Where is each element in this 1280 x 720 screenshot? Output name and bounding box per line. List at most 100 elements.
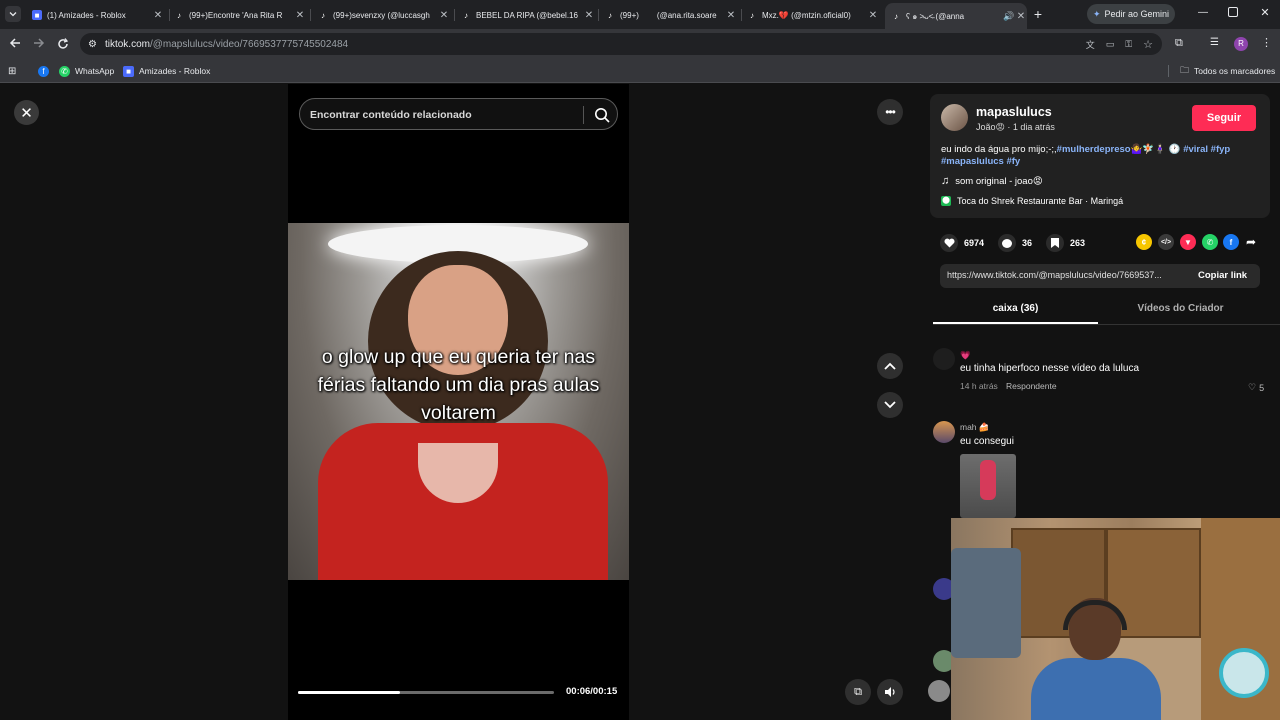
restore-button[interactable] <box>1228 7 1238 17</box>
browser-tab[interactable]: ♪ (99+)Encontre 'Ana Rita R ✕ <box>174 4 306 26</box>
bookmarks-bar: ⊞ f ✆ WhatsApp ■ Amizades - Roblox 🗀 Tod… <box>0 59 1280 83</box>
translate-icon[interactable]: 文 <box>1086 38 1095 51</box>
hashtag[interactable]: #viral <box>1183 144 1208 155</box>
comment-item: 💗 eu tinha hiperfoco nesse vídeo da lulu… <box>933 346 1273 396</box>
related-search <box>299 98 618 130</box>
menu-icon[interactable]: ⋮ <box>1261 36 1272 49</box>
new-tab-button[interactable]: + <box>1030 6 1046 22</box>
browser-toolbar: ⚙ tiktok.com /@mapslulucs/video/76695377… <box>0 29 1280 59</box>
close-tab-icon[interactable]: ✕ <box>867 10 879 21</box>
browser-tab[interactable]: ■ (1) Amizades - Roblox ✕ <box>32 4 164 26</box>
extensions-icon[interactable]: ⧉ <box>1175 37 1183 50</box>
video-progress-bar[interactable] <box>298 691 554 694</box>
divider <box>1168 65 1169 77</box>
site-settings-icon[interactable]: ⚙ <box>88 39 97 50</box>
volume-button[interactable] <box>877 679 903 705</box>
follow-button[interactable]: Seguir <box>1192 105 1256 131</box>
bookmark-whatsapp[interactable]: ✆ WhatsApp <box>59 64 114 78</box>
video-link[interactable]: https://www.tiktok.com/@mapslulucs/video… <box>947 270 1187 280</box>
tiktok-share-icon[interactable]: ▼ <box>1180 234 1196 250</box>
reload-icon[interactable] <box>57 37 71 51</box>
reading-list-icon[interactable]: ☰ <box>1210 37 1219 48</box>
gemini-button[interactable]: ✦ Pedir ao Gemini <box>1087 4 1175 24</box>
back-icon[interactable] <box>9 36 23 50</box>
hashtag[interactable]: #fy <box>1006 156 1020 167</box>
share-arrow-icon[interactable]: ➦ <box>1243 234 1259 250</box>
author-username[interactable]: mapaslulucs <box>976 105 1052 119</box>
comment-text: eu tinha hiperfoco nesse vídeo da luluca <box>960 363 1140 374</box>
browser-tab[interactable]: ♪ (99+) (@ana.rita.soare ✕ <box>605 4 737 26</box>
location-link[interactable]: ⬤ Toca do Shrek Restaurante Bar · Maring… <box>941 196 1123 206</box>
like-button[interactable]: 6974 <box>940 234 984 252</box>
close-tab-icon[interactable]: ✕ <box>583 10 595 21</box>
hashtag[interactable]: #mapaslulucs <box>941 156 1004 167</box>
copy-link-button[interactable]: Copiar link <box>1198 270 1247 281</box>
search-input[interactable] <box>310 106 572 124</box>
browser-tab[interactable]: ♪ (99+)sevenzxy (@luccasgh ✕ <box>318 4 450 26</box>
search-icon[interactable] <box>593 106 611 124</box>
chevron-down-icon <box>9 12 17 17</box>
previous-video-button[interactable] <box>877 353 903 379</box>
comment-item: mah 🍰 eu consegui <box>933 419 1273 519</box>
browser-tab-strip: ■ (1) Amizades - Roblox ✕ ♪ (99+)Encontr… <box>0 0 1280 29</box>
tab-search-button[interactable] <box>5 6 21 22</box>
password-icon[interactable]: ⚿ <box>1125 39 1132 50</box>
avatar[interactable]: R <box>1234 37 1248 51</box>
close-button[interactable]: ✕ <box>14 100 39 125</box>
shirt-shape <box>1031 658 1161 720</box>
floating-player-button[interactable]: ⧉ <box>845 679 871 705</box>
avatar[interactable] <box>933 348 955 370</box>
bookmark-star-icon[interactable]: ☆ <box>1143 38 1153 51</box>
music-note-icon: ♫ <box>941 175 950 187</box>
forward-icon[interactable] <box>33 36 47 50</box>
close-tab-icon[interactable]: ✕ <box>152 10 164 21</box>
save-button[interactable]: 263 <box>1046 234 1085 252</box>
minimize-button[interactable]: — <box>1196 7 1210 21</box>
comment-image[interactable] <box>960 454 1016 518</box>
reply-button[interactable]: Respondente <box>1006 381 1057 391</box>
comment-author[interactable]: mah 🍰 <box>960 422 989 433</box>
all-bookmarks[interactable]: 🗀 Todos os marcadores <box>1180 64 1275 78</box>
hashtag[interactable]: #mulherdepreso <box>1057 144 1131 155</box>
bookmark-roblox[interactable]: ■ Amizades - Roblox <box>123 64 210 78</box>
browser-tab[interactable]: ♪ Mxz.💔 (@mtzin.oficial0) ✕ <box>747 4 879 26</box>
close-tab-icon[interactable]: ✕ <box>1015 11 1027 22</box>
hashtag[interactable]: #fyp <box>1211 144 1231 155</box>
embed-icon[interactable]: </> <box>1158 234 1174 250</box>
next-video-button[interactable] <box>877 392 903 418</box>
more-options-button[interactable]: ••• <box>877 99 903 125</box>
music-link[interactable]: ♫ som original - joao😡 <box>941 175 1043 187</box>
browser-tab[interactable]: ♪ BEBEL DA RIPA (@bebel.16 ✕ <box>461 4 595 26</box>
chair-shape <box>951 548 1021 658</box>
close-tab-icon[interactable]: ✕ <box>294 10 306 21</box>
close-tab-icon[interactable]: ✕ <box>438 10 450 21</box>
close-tab-icon[interactable]: ✕ <box>725 10 737 21</box>
avatar[interactable] <box>928 680 950 702</box>
tab-comments[interactable]: caixa (36) <box>933 303 1098 314</box>
comment-author[interactable]: 💗 <box>960 350 971 361</box>
video-progress-fill <box>298 691 401 694</box>
close-window-button[interactable]: ✕ <box>1258 6 1272 20</box>
bookmark-icon <box>1046 234 1064 252</box>
cast-icon[interactable]: ▭ <box>1106 39 1115 50</box>
engagement-row: 6974 36 263 ¢ </> ▼ ✆ f ➦ <box>940 232 1270 254</box>
avatar[interactable] <box>941 104 968 131</box>
avatar[interactable] <box>933 421 955 443</box>
bookmark-facebook[interactable]: f <box>38 64 54 78</box>
tiktok-icon: ♪ <box>464 10 468 20</box>
video-frame[interactable]: o glow up que eu queria ter nas férias f… <box>288 223 629 580</box>
tab-creator-videos[interactable]: Vídeos do Criador <box>1098 303 1263 314</box>
address-bar[interactable]: ⚙ tiktok.com /@mapslulucs/video/76695377… <box>80 33 1162 55</box>
coin-icon[interactable]: ¢ <box>1136 234 1152 250</box>
apps-icon[interactable]: ⊞ <box>8 64 16 78</box>
video-player[interactable]: o glow up que eu queria ter nas férias f… <box>288 84 629 720</box>
comment-like-button[interactable]: ♡ 5 <box>1248 382 1264 393</box>
comment-button[interactable]: 36 <box>998 234 1032 252</box>
author-subline: João😡 · 1 dia atrás <box>976 122 1055 132</box>
facebook-icon[interactable]: f <box>1223 234 1239 250</box>
comment-text: eu consegui <box>960 436 1014 447</box>
browser-tab-active[interactable]: ♪ ʕ ๑ ˃̵ᴗ˂̵ (@anna 🔊 ✕ <box>885 3 1027 29</box>
whatsapp-icon[interactable]: ✆ <box>1202 234 1218 250</box>
audio-playing-icon[interactable]: 🔊 <box>1003 11 1015 22</box>
facebook-icon: f <box>38 65 49 77</box>
